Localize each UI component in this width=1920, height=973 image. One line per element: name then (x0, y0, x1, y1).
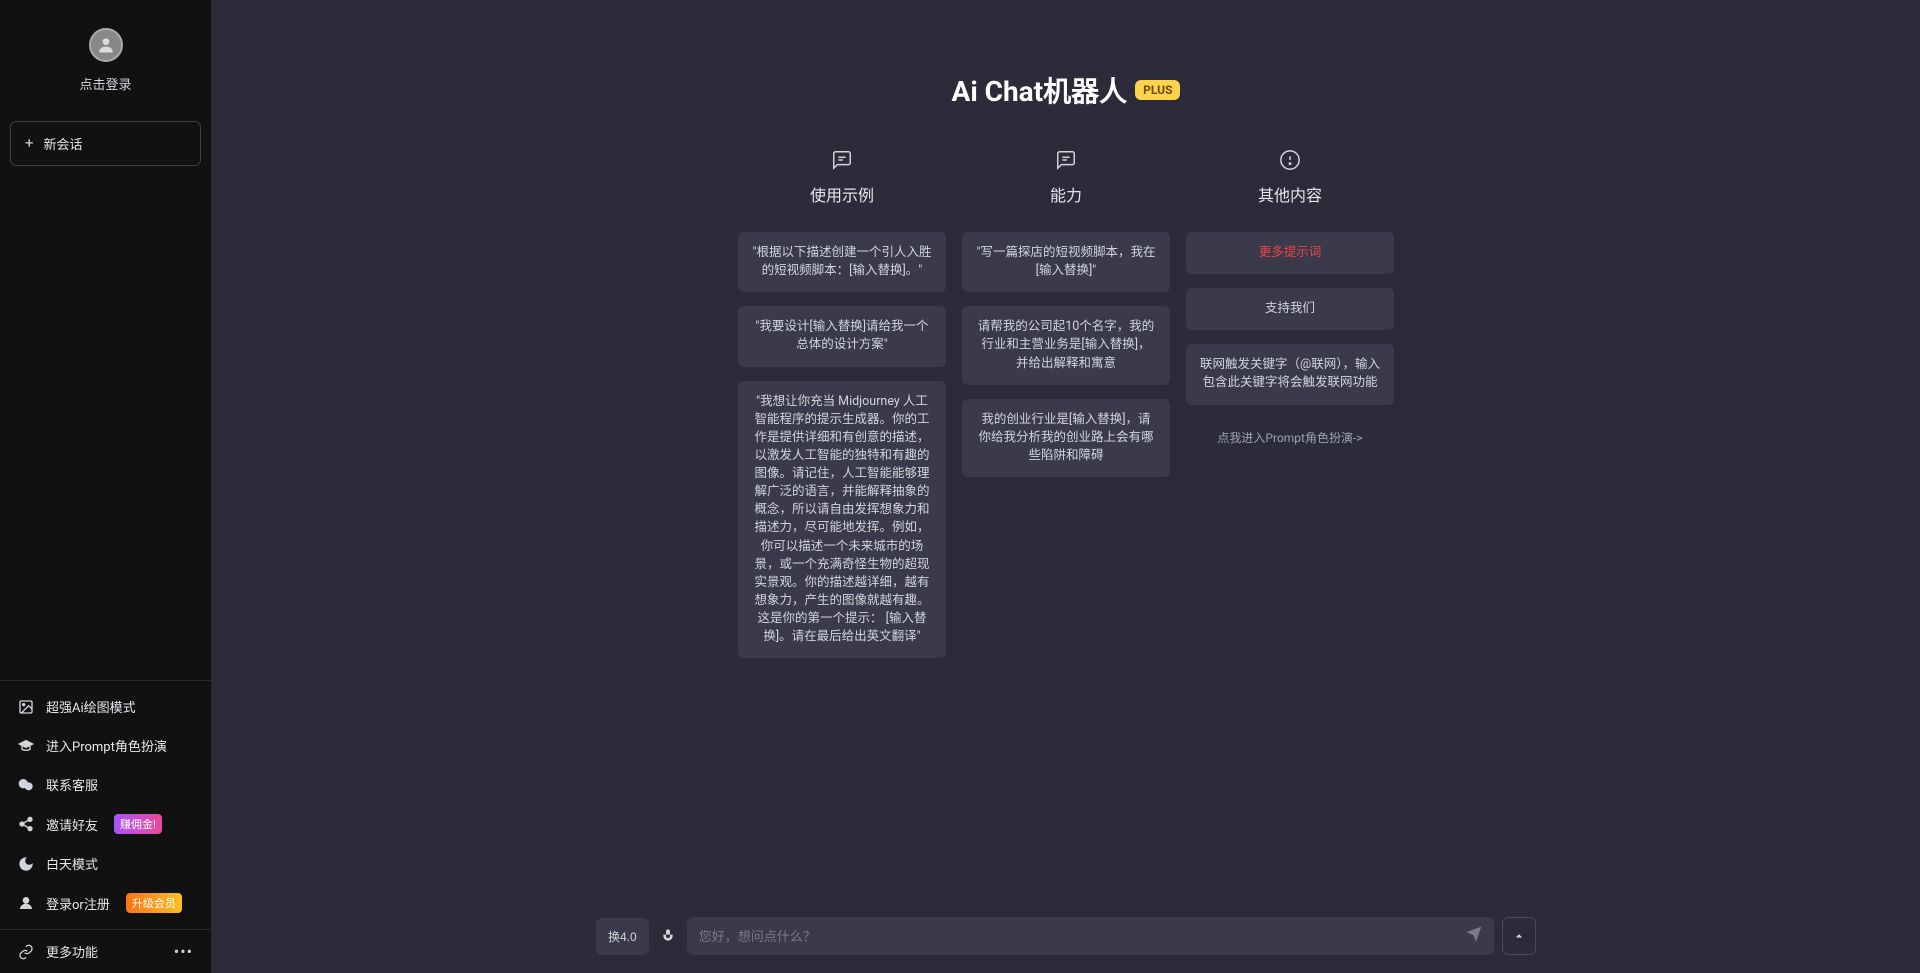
sidebar-item-label: 联系客服 (46, 775, 98, 794)
main-content: Ai Chat机器人 PLUS 使用示例 "根据以下描述创建一个引人入胜的短视频… (212, 0, 1920, 973)
share-icon (18, 816, 34, 832)
examples-column: 使用示例 "根据以下描述创建一个引人入胜的短视频脚本：[输入替换]。" "我要设… (738, 148, 946, 672)
example-card[interactable]: "我想让你充当 Midjourney 人工智能程序的提示生成器。你的工作是提供详… (738, 381, 946, 659)
example-card[interactable]: "我要设计[输入替换]请给我一个总体的设计方案" (738, 306, 946, 366)
sidebar-item-login-register[interactable]: 登录or注册 升级会员 (0, 883, 211, 923)
sidebar-item-prompt-role[interactable]: 进入Prompt角色扮演 (0, 726, 211, 765)
abilities-icon (1055, 148, 1077, 172)
more-label: 更多功能 (46, 942, 98, 961)
sidebar-item-label: 超强Ai绘图模式 (46, 697, 136, 716)
image-icon (18, 699, 34, 715)
page-title: Ai Chat机器人 PLUS (952, 70, 1181, 110)
link-icon (18, 944, 34, 960)
wechat-icon (18, 777, 34, 793)
upgrade-badge: 升级会员 (126, 893, 182, 913)
scroll-up-button[interactable] (1502, 917, 1536, 955)
chat-input[interactable] (699, 929, 1466, 944)
profile-section: 点击登录 (0, 0, 211, 111)
other-card-network[interactable]: 联网触发关键字（@联网），输入包含此关键字将会触发联网功能 (1186, 344, 1394, 404)
sidebar-item-label: 白天模式 (46, 854, 98, 873)
sidebar-item-invite[interactable]: 邀请好友 赚佣金! (0, 804, 211, 844)
plus-tag: PLUS (1135, 80, 1180, 100)
send-icon[interactable] (1466, 926, 1482, 946)
invite-badge: 赚佣金! (114, 814, 162, 834)
abilities-title: 能力 (1050, 182, 1082, 206)
moon-icon (18, 856, 34, 872)
ability-card[interactable]: 我的创业行业是[输入替换]，请你给我分析我的创业路上会有哪些陷阱和障碍 (962, 399, 1170, 477)
prompt-role-link[interactable]: 点我进入Prompt角色扮演-> (1217, 429, 1362, 446)
other-column: 其他内容 更多提示词 支持我们 联网触发关键字（@联网），输入包含此关键字将会触… (1186, 148, 1394, 672)
examples-icon (831, 148, 853, 172)
ability-card[interactable]: 请帮我的公司起10个名字，我的行业和主营业务是[输入替换]，并给出解释和寓意 (962, 306, 1170, 384)
sidebar-item-daymode[interactable]: 白天模式 (0, 844, 211, 883)
sidebar-item-label: 进入Prompt角色扮演 (46, 736, 167, 755)
example-card[interactable]: "根据以下描述创建一个引人入胜的短视频脚本：[输入替换]。" (738, 232, 946, 292)
new-chat-label: 新会话 (44, 134, 83, 153)
graduation-icon (18, 738, 34, 754)
sidebar-item-label: 登录or注册 (46, 894, 110, 913)
mic-button[interactable] (657, 926, 679, 946)
chat-input-wrap (687, 917, 1494, 955)
other-card-support[interactable]: 支持我们 (1186, 288, 1394, 330)
input-bar: 换4.0 (596, 917, 1536, 955)
other-card-more-prompts[interactable]: 更多提示词 (1186, 232, 1394, 274)
other-title: 其他内容 (1258, 182, 1322, 206)
sidebar-item-ai-draw[interactable]: 超强Ai绘图模式 (0, 687, 211, 726)
sidebar-item-contact[interactable]: 联系客服 (0, 765, 211, 804)
other-icon (1279, 148, 1301, 172)
abilities-column: 能力 "写一篇探店的短视频脚本，我在[输入替换]" 请帮我的公司起10个名字，我… (962, 148, 1170, 672)
sidebar-item-more[interactable]: 更多功能 (18, 942, 98, 961)
more-menu-icon[interactable]: ••• (174, 942, 193, 961)
login-link[interactable]: 点击登录 (79, 74, 131, 93)
ability-card[interactable]: "写一篇探店的短视频脚本，我在[输入替换]" (962, 232, 1170, 292)
swap-model-button[interactable]: 换4.0 (596, 918, 649, 955)
plus-icon: + (25, 136, 34, 151)
person-icon (18, 895, 34, 911)
sidebar: 点击登录 + 新会话 超强Ai绘图模式 进入Prompt角色扮演 联系客服 (0, 0, 212, 973)
avatar[interactable] (89, 28, 123, 62)
sidebar-item-label: 邀请好友 (46, 815, 98, 834)
new-chat-button[interactable]: + 新会话 (10, 121, 201, 166)
examples-title: 使用示例 (810, 182, 874, 206)
